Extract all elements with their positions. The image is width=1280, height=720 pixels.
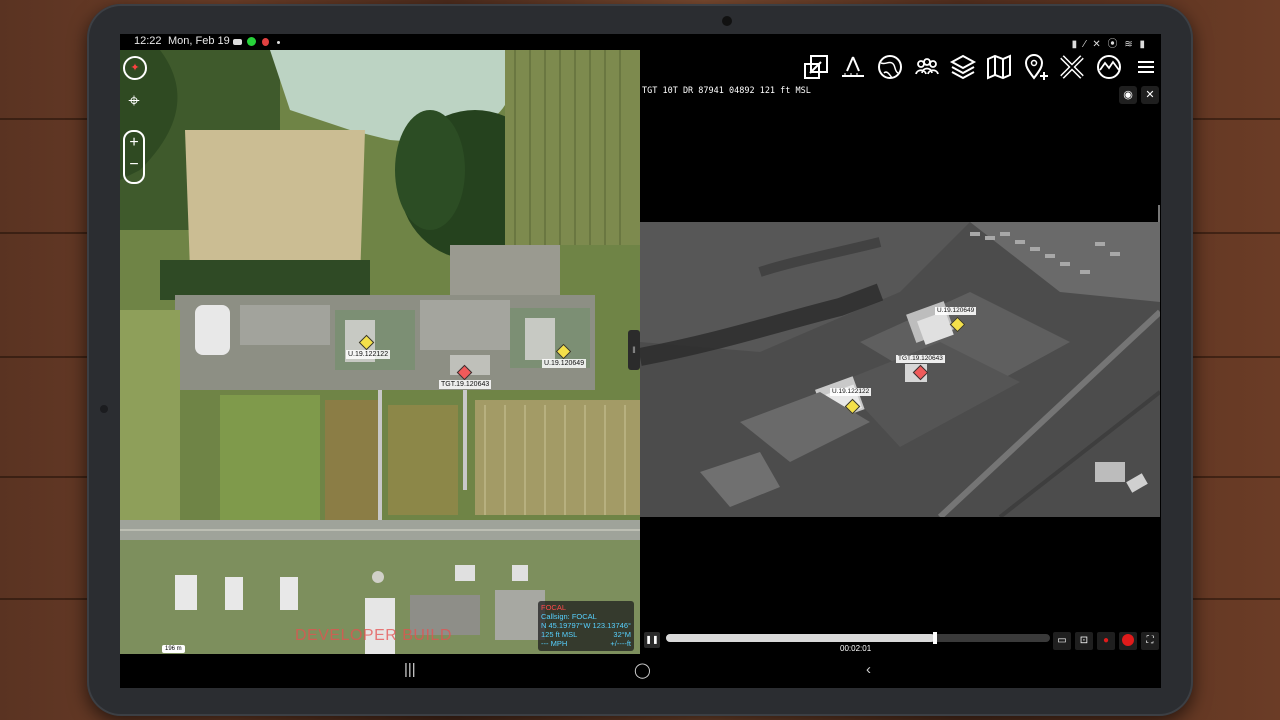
- pause-button[interactable]: ❚❚: [644, 632, 660, 648]
- bug-icon: [262, 38, 269, 46]
- altitude: 125 ft MSL: [541, 630, 578, 639]
- target-readout: TGT 10T DR 87941 04892 121 ft MSL: [642, 86, 811, 96]
- split-divider-handle[interactable]: ‖: [628, 330, 640, 370]
- record-indicator[interactable]: ●: [1097, 632, 1115, 650]
- seek-thumb[interactable]: [932, 632, 937, 644]
- record-button[interactable]: [1119, 632, 1137, 650]
- terrain-icon[interactable]: [1095, 53, 1123, 81]
- add-point-icon[interactable]: [1022, 53, 1050, 81]
- globe-icon[interactable]: [876, 53, 904, 81]
- map-icon[interactable]: [985, 53, 1013, 81]
- contacts-icon[interactable]: [913, 53, 941, 81]
- layers-icon[interactable]: [949, 53, 977, 81]
- map-view[interactable]: ✦ ⌖ + − U.19.122122 U.19.120649 TGT.19.1…: [120, 50, 640, 654]
- video-marker-label: TGT.19.120643: [896, 355, 945, 363]
- self-info-panel[interactable]: FOCAL Callsign: FOCAL N 45.19797° W 123.1…: [538, 601, 634, 651]
- video-marker-label: U.19.120649: [935, 307, 977, 315]
- status-date: Mon, Feb 19: [168, 35, 230, 47]
- measure-icon[interactable]: [839, 53, 867, 81]
- green-status-icon: [247, 37, 256, 46]
- position-error: +/----ft: [610, 639, 631, 648]
- toolbar: [640, 50, 1161, 84]
- fullscreen-button[interactable]: ⛶: [1141, 632, 1159, 650]
- map-marker-label: U.19.122122: [346, 350, 391, 359]
- globe-sync-button[interactable]: ◉: [1119, 86, 1137, 104]
- zoom-out-button[interactable]: −: [125, 154, 143, 176]
- crosshair-icon[interactable]: ⌖: [123, 90, 145, 112]
- self-location-button[interactable]: ✦: [123, 56, 147, 80]
- dot-icon: [277, 41, 280, 44]
- playback-controls: ❚❚ 00:02:01 ▭ ⊡ ● ⛶: [640, 628, 1161, 654]
- callsign: Callsign: FOCAL: [541, 612, 597, 621]
- video-icon: [233, 39, 242, 45]
- screen: 12:22 Mon, Feb 19 ▮ ⁄ ✕ ⦿ ≋ ▮ ✦ ⌖ + − U.…: [120, 34, 1161, 688]
- scale-bar: 196 m: [162, 645, 185, 653]
- collapse-video-button[interactable]: ✕: [1141, 86, 1159, 104]
- playback-time: 00:02:01: [840, 644, 872, 653]
- thermal-video-frame: [640, 222, 1160, 517]
- developer-build-banner: DEVELOPER BUILD: [295, 627, 452, 644]
- seek-fill: [666, 634, 935, 642]
- video-marker-label: U.19.122122: [830, 388, 872, 396]
- status-bar: 12:22 Mon, Feb 19 ▮ ⁄ ✕ ⦿ ≋ ▮: [120, 34, 1161, 50]
- external-screen-icon[interactable]: [802, 53, 830, 81]
- speed: --- MPH: [541, 639, 568, 648]
- front-camera: [722, 16, 732, 26]
- self-info-header: FOCAL: [541, 603, 567, 612]
- heading: 32°M: [613, 630, 631, 639]
- video-feed[interactable]: U.19.120649 TGT.19.120643 U.19.122122: [640, 222, 1160, 517]
- map-marker-label: TGT.19.120643: [439, 380, 492, 389]
- latitude: N 45.19797°: [541, 621, 583, 630]
- close-tool-icon[interactable]: [1058, 53, 1086, 81]
- status-icons-right: ▮ ⁄ ✕ ⦿ ≋ ▮: [1071, 39, 1147, 50]
- snapshot-button[interactable]: ▭: [1053, 632, 1071, 650]
- home-icon[interactable]: ◯: [634, 661, 651, 679]
- system-nav-bar: ||| ◯ ‹: [120, 654, 1161, 688]
- menu-icon[interactable]: [1132, 53, 1160, 81]
- video-pane: TGT 10T DR 87941 04892 121 ft MSL ◉ ✕ U.…: [640, 50, 1161, 654]
- map-marker-label: U.19.120649: [542, 359, 587, 368]
- status-time: 12:22: [134, 35, 162, 47]
- frame-capture-button[interactable]: ⊡: [1075, 632, 1093, 650]
- side-sensor: [100, 405, 108, 413]
- zoom-in-button[interactable]: +: [125, 132, 143, 154]
- zoom-control[interactable]: + −: [123, 130, 145, 184]
- back-icon[interactable]: ‹: [866, 661, 871, 678]
- longitude: W 123.13746°: [583, 621, 631, 630]
- seek-bar[interactable]: [666, 632, 1050, 644]
- recent-apps-icon[interactable]: |||: [404, 661, 416, 678]
